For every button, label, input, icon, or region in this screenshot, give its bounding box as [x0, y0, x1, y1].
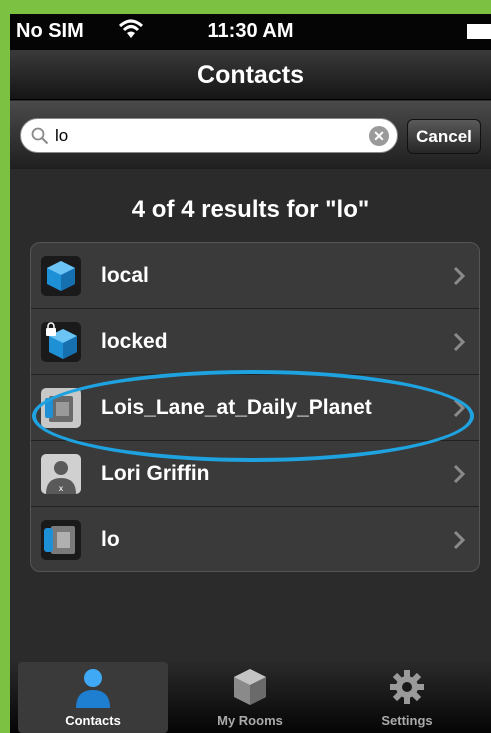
page-title: Contacts	[10, 50, 491, 100]
list-item-label: local	[101, 264, 149, 287]
clear-search-icon[interactable]: ✕	[369, 126, 389, 146]
chevron-right-icon	[453, 332, 465, 352]
chevron-right-icon	[453, 398, 465, 418]
app-screen: No SIM 11:30 AM Contacts ✕ Cancel 4 of 4…	[10, 14, 491, 733]
user-icon: x	[41, 454, 81, 494]
search-bar: ✕ Cancel	[10, 101, 491, 169]
tab-bar: Contacts My Rooms Settings	[10, 662, 491, 733]
search-input[interactable]	[55, 124, 355, 148]
list-item[interactable]: local	[31, 243, 479, 309]
chevron-right-icon	[453, 464, 465, 484]
tab-label: My Rooms	[217, 713, 283, 728]
locked-room-icon	[41, 322, 81, 362]
tab-my-rooms[interactable]: My Rooms	[175, 662, 325, 733]
results-heading: 4 of 4 results for "lo"	[131, 196, 370, 223]
list-item-label: locked	[101, 330, 168, 353]
rooms-icon	[234, 669, 266, 705]
tab-label: Settings	[381, 713, 433, 728]
svg-text:x: x	[59, 484, 64, 493]
list-item-label: Lori Griffin	[101, 462, 210, 485]
cancel-button[interactable]: Cancel	[407, 119, 481, 154]
room-cube-icon	[41, 256, 81, 296]
list-item-label: lo	[101, 528, 120, 551]
list-item[interactable]: lo	[31, 507, 479, 571]
endpoint-device-icon	[41, 388, 81, 428]
list-item-label: Lois_Lane_at_Daily_Planet	[101, 396, 372, 419]
list-item[interactable]: locked	[31, 309, 479, 375]
list-item[interactable]: Lois_Lane_at_Daily_Planet	[31, 375, 479, 441]
chevron-right-icon	[453, 266, 465, 286]
tab-contacts[interactable]: Contacts	[18, 662, 168, 733]
gear-icon	[390, 670, 424, 704]
search-field[interactable]: ✕	[20, 118, 398, 153]
clock-label: 11:30 AM	[207, 20, 294, 42]
tab-label: Contacts	[65, 713, 121, 728]
status-bar: No SIM 11:30 AM	[10, 14, 491, 50]
search-icon	[31, 127, 49, 145]
battery-icon	[467, 24, 491, 39]
chevron-right-icon	[453, 530, 465, 550]
phone-icon	[41, 520, 81, 560]
results-list: local locked Lois_Lane_at_Daily_Planet x…	[30, 242, 480, 572]
contacts-icon	[76, 669, 110, 708]
list-item[interactable]: x Lori Griffin	[31, 441, 479, 507]
tab-settings[interactable]: Settings	[332, 662, 482, 733]
